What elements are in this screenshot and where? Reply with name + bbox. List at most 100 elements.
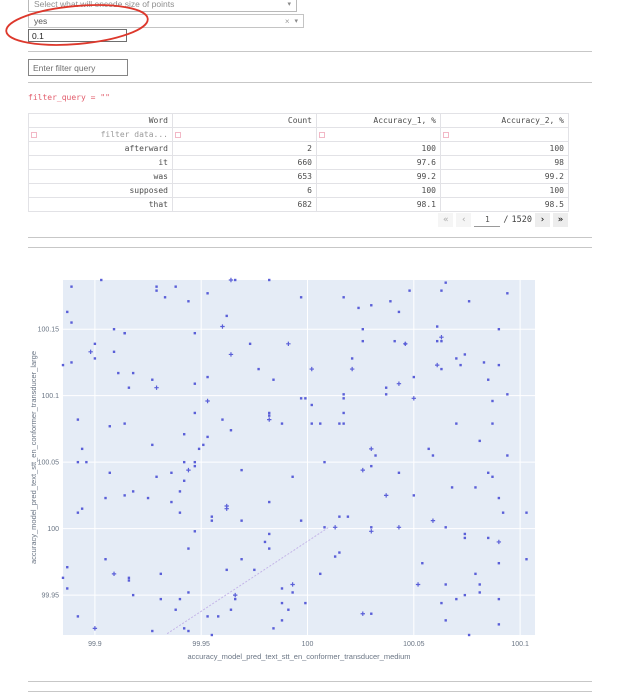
scatter-point xyxy=(362,328,364,330)
column-filter-cell[interactable] xyxy=(317,128,441,142)
scatter-point xyxy=(287,609,289,611)
scatter-point xyxy=(151,444,153,446)
scatter-point xyxy=(498,364,500,366)
scatter-point xyxy=(81,448,83,450)
filter-row-label: filter data... xyxy=(101,130,168,139)
chevron-down-icon[interactable]: ▾ xyxy=(291,17,303,25)
scatter-point xyxy=(268,412,270,414)
scatter-point xyxy=(151,379,153,381)
scatter-point xyxy=(206,615,208,617)
size-encoding-value-select[interactable]: yes × ▾ xyxy=(28,14,304,28)
scatter-point xyxy=(109,425,111,427)
scatter-point xyxy=(211,519,213,521)
column-filter-cell[interactable] xyxy=(441,128,569,142)
column-header: Word xyxy=(29,114,173,128)
scatter-point xyxy=(436,325,438,327)
scatter-point xyxy=(160,573,162,575)
scatter-point xyxy=(66,311,68,313)
scatter-point xyxy=(455,598,457,600)
scatter-point xyxy=(319,422,321,424)
scatter-point xyxy=(170,501,172,503)
scatter-point xyxy=(240,469,242,471)
table-cell: 97.6 xyxy=(317,156,441,170)
scatter-point xyxy=(342,422,344,424)
app-page: Select what will encode size of points ▾… xyxy=(0,0,626,699)
point-size-input[interactable] xyxy=(28,29,127,42)
scatter-point xyxy=(347,515,349,517)
column-filter-cell[interactable]: filter data... xyxy=(29,128,173,142)
scatter-point xyxy=(194,383,196,385)
table-header-row: WordCountAccuracy_1, %Accuracy_2, % xyxy=(29,114,569,128)
scatter-point xyxy=(338,551,340,553)
filter-query-input[interactable] xyxy=(28,59,128,76)
scatter-point xyxy=(123,422,125,424)
scatter-point xyxy=(398,472,400,474)
scatter-figure[interactable]: 99.999.95100100.05100.199.95100100.05100… xyxy=(28,270,573,662)
table-cell: it xyxy=(29,156,173,170)
scatter-plot-area[interactable] xyxy=(63,280,535,635)
scatter-point xyxy=(385,386,387,388)
pagination-last-button[interactable]: » xyxy=(553,213,568,227)
scatter-point xyxy=(187,630,189,632)
table-row: afterward2100100 xyxy=(29,142,569,156)
table-row: was65399.299.2 xyxy=(29,170,569,184)
scatter-point xyxy=(117,372,119,374)
scatter-point xyxy=(66,587,68,589)
divider xyxy=(28,51,592,52)
clear-icon[interactable]: × xyxy=(285,17,292,26)
x-tick-label: 99.9 xyxy=(88,641,102,648)
scatter-point xyxy=(436,340,438,342)
pagination: « ‹ / 1520 › » xyxy=(438,213,568,227)
scatter-point xyxy=(198,448,200,450)
scatter-point xyxy=(128,577,130,579)
scatter-point xyxy=(338,515,340,517)
scatter-point xyxy=(66,566,68,568)
pagination-first-button[interactable]: « xyxy=(438,213,453,227)
scatter-point xyxy=(211,515,213,517)
scatter-point xyxy=(455,422,457,424)
scatter-point xyxy=(234,279,236,281)
scatter-point xyxy=(234,598,236,600)
divider xyxy=(28,237,592,238)
scatter-point xyxy=(179,598,181,600)
column-header: Accuracy_2, % xyxy=(441,114,569,128)
scatter-point xyxy=(230,429,232,431)
scatter-point xyxy=(491,476,493,478)
y-tick-label: 100.05 xyxy=(38,460,60,467)
scatter-point xyxy=(323,526,325,528)
scatter-point xyxy=(291,476,293,478)
filter-query-code: filter_query = "" xyxy=(28,93,110,102)
divider xyxy=(28,681,592,682)
filter-row: filter data... xyxy=(29,128,569,142)
scatter-point xyxy=(77,615,79,617)
pagination-prev-button[interactable]: ‹ xyxy=(456,213,471,227)
scatter-point xyxy=(300,296,302,298)
scatter-point xyxy=(304,602,306,604)
scatter-point xyxy=(202,444,204,446)
table-row: supposed6100100 xyxy=(29,184,569,198)
scatter-point xyxy=(268,533,270,535)
scatter-point xyxy=(479,591,481,593)
scatter-point xyxy=(194,412,196,414)
size-encoding-value-label: yes xyxy=(29,16,285,26)
scatter-point xyxy=(211,634,213,636)
pagination-next-button[interactable]: › xyxy=(535,213,550,227)
scatter-point xyxy=(487,537,489,539)
size-encoding-select[interactable]: Select what will encode size of points ▾ xyxy=(28,0,297,12)
chevron-down-icon[interactable]: ▾ xyxy=(284,0,296,8)
scatter-point xyxy=(342,412,344,414)
scatter-point xyxy=(334,555,336,557)
scatter-point xyxy=(445,583,447,585)
scatter-point xyxy=(187,591,189,593)
scatter-point xyxy=(70,361,72,363)
scatter-point xyxy=(249,343,251,345)
scatter-point xyxy=(174,285,176,287)
page-number-input[interactable] xyxy=(474,213,500,227)
scatter-point xyxy=(440,368,442,370)
scatter-point xyxy=(164,296,166,298)
column-filter-cell[interactable] xyxy=(173,128,317,142)
table-cell: was xyxy=(29,170,173,184)
scatter-point xyxy=(240,519,242,521)
scatter-point xyxy=(491,400,493,402)
filter-icon xyxy=(175,132,181,138)
